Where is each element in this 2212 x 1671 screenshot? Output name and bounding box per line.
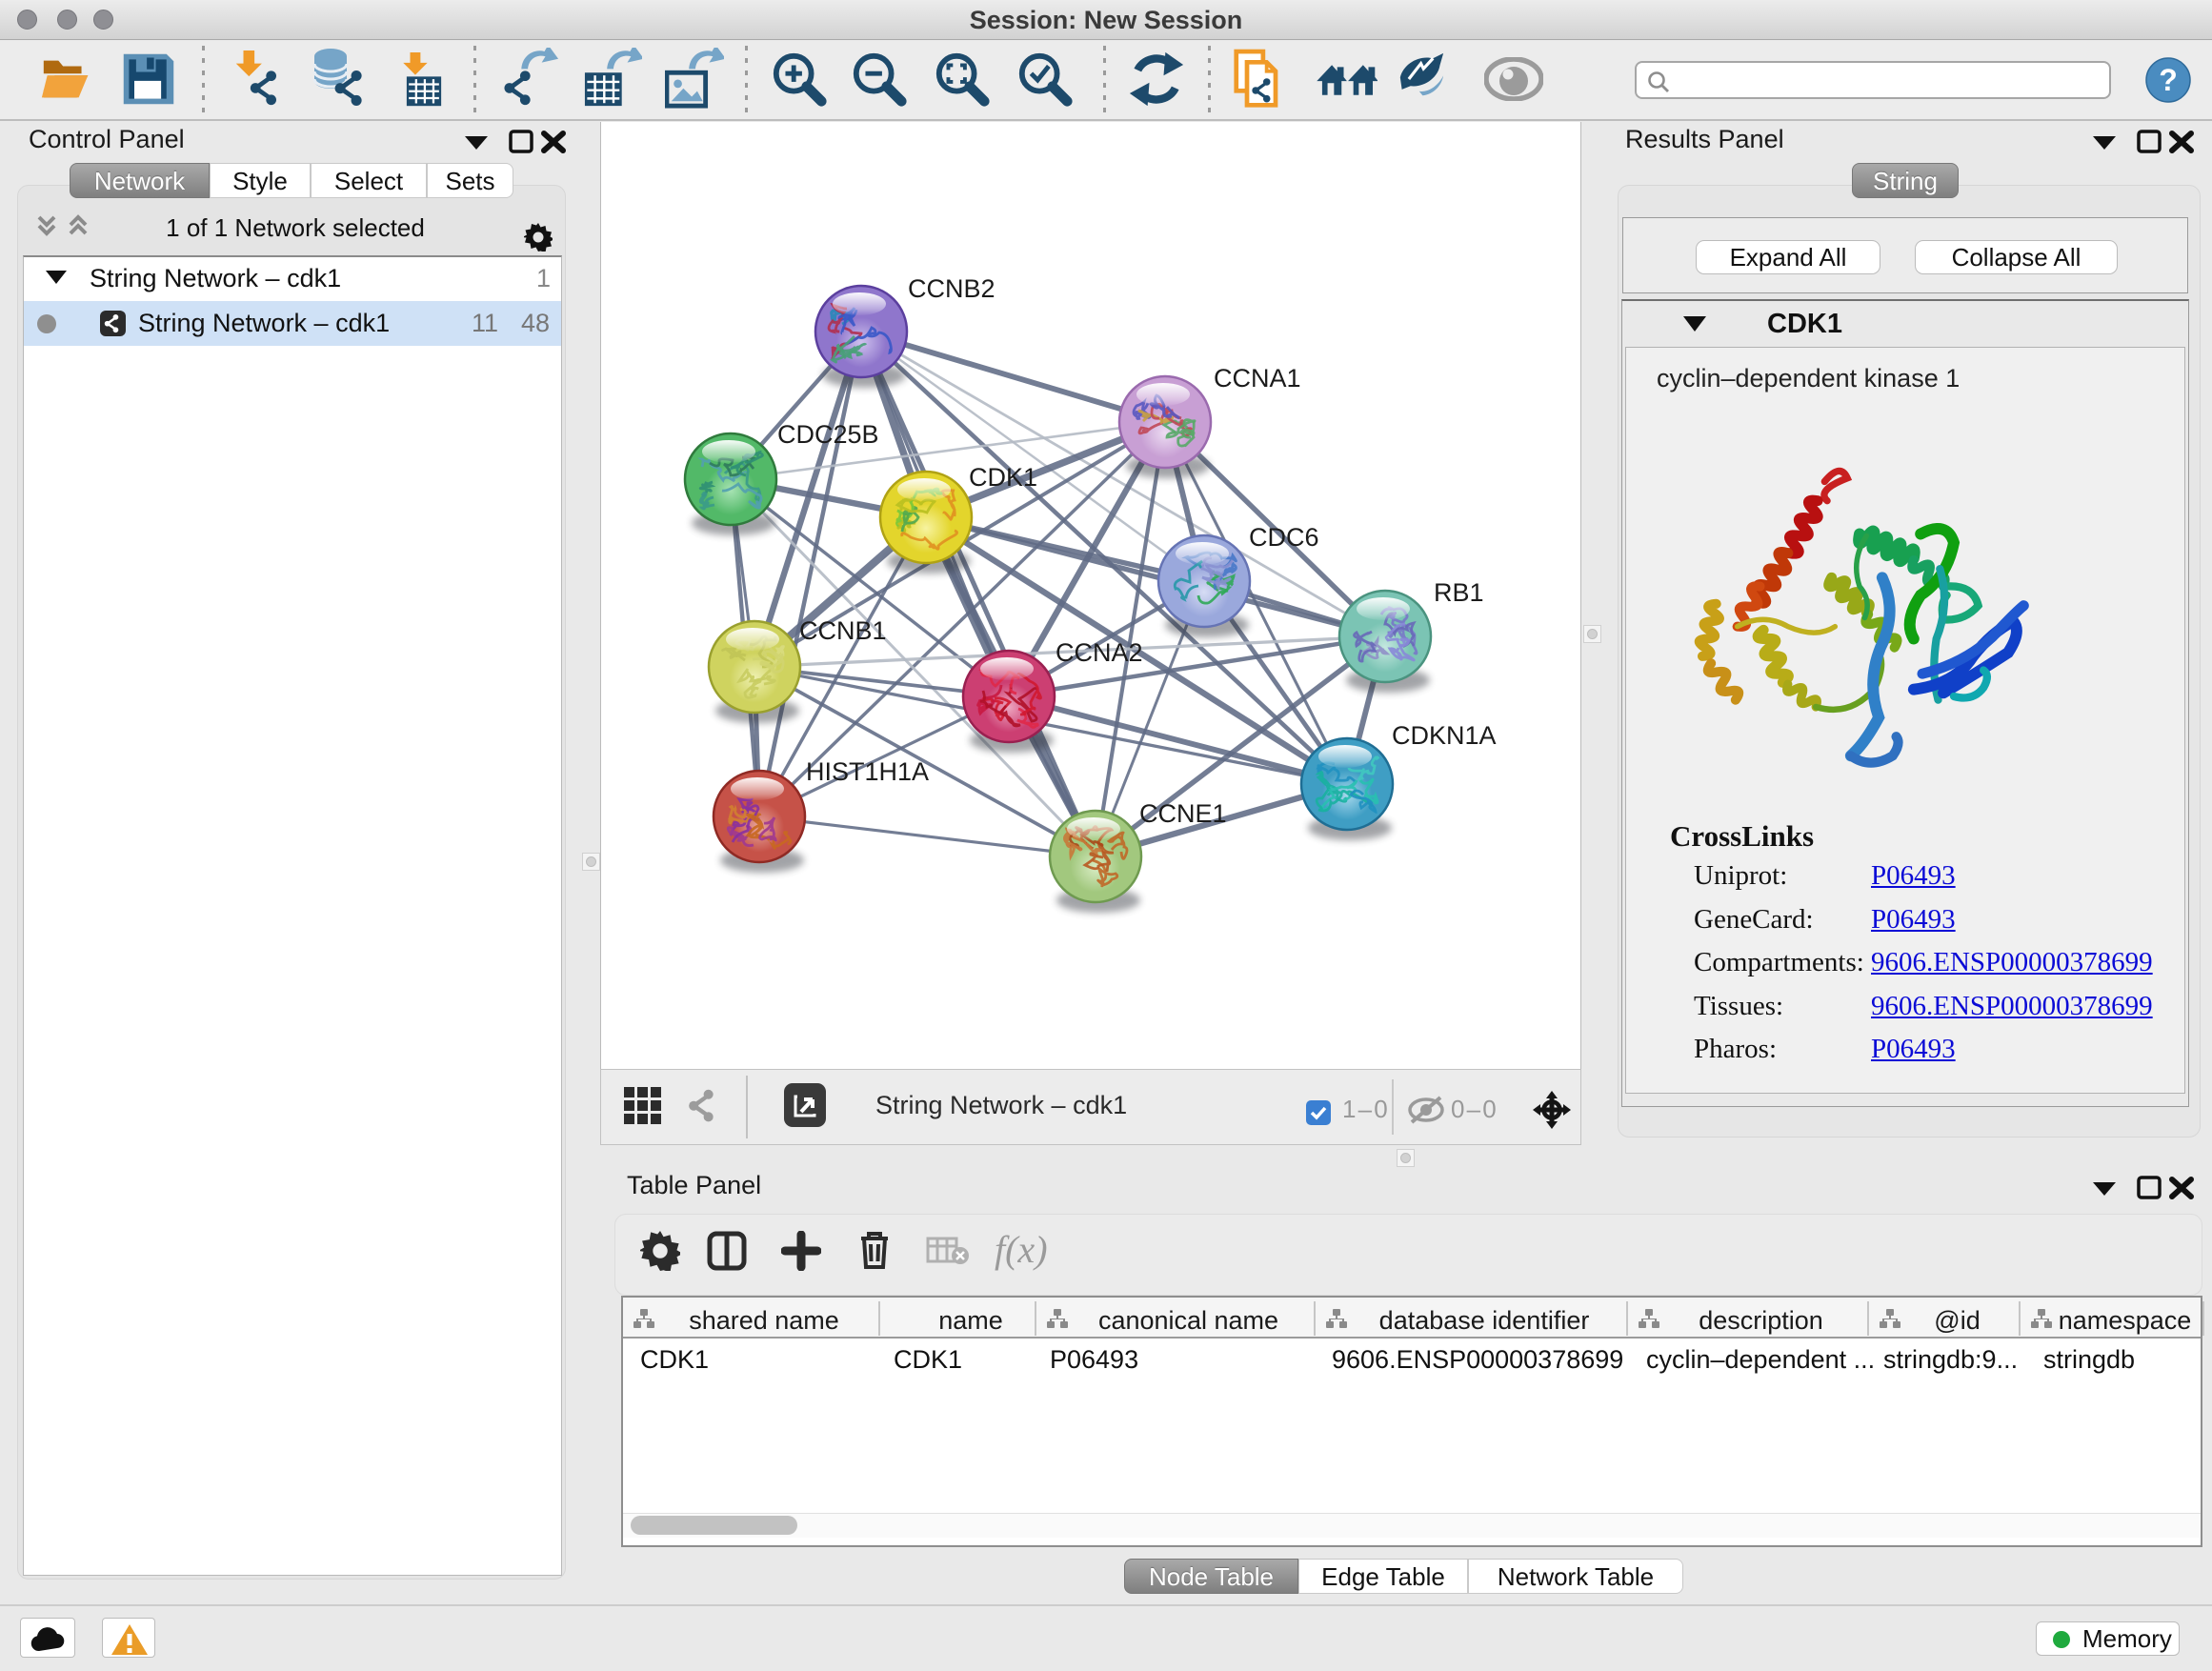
svg-text:CDC6: CDC6 xyxy=(1249,523,1319,552)
svg-text:HIST1H1A: HIST1H1A xyxy=(806,757,929,786)
svg-text:CCNA2: CCNA2 xyxy=(1056,638,1143,667)
svg-text:CCNB1: CCNB1 xyxy=(799,616,887,645)
svg-text:CDC25B: CDC25B xyxy=(777,420,879,449)
svg-text:?: ? xyxy=(2159,63,2178,97)
svg-text:CCNB2: CCNB2 xyxy=(908,274,995,303)
svg-text:CCNE1: CCNE1 xyxy=(1139,799,1227,828)
svg-text:RB1: RB1 xyxy=(1434,578,1484,607)
svg-text:CCNA1: CCNA1 xyxy=(1214,364,1301,393)
svg-text:CDK1: CDK1 xyxy=(969,463,1037,492)
svg-text:CDKN1A: CDKN1A xyxy=(1392,721,1497,750)
